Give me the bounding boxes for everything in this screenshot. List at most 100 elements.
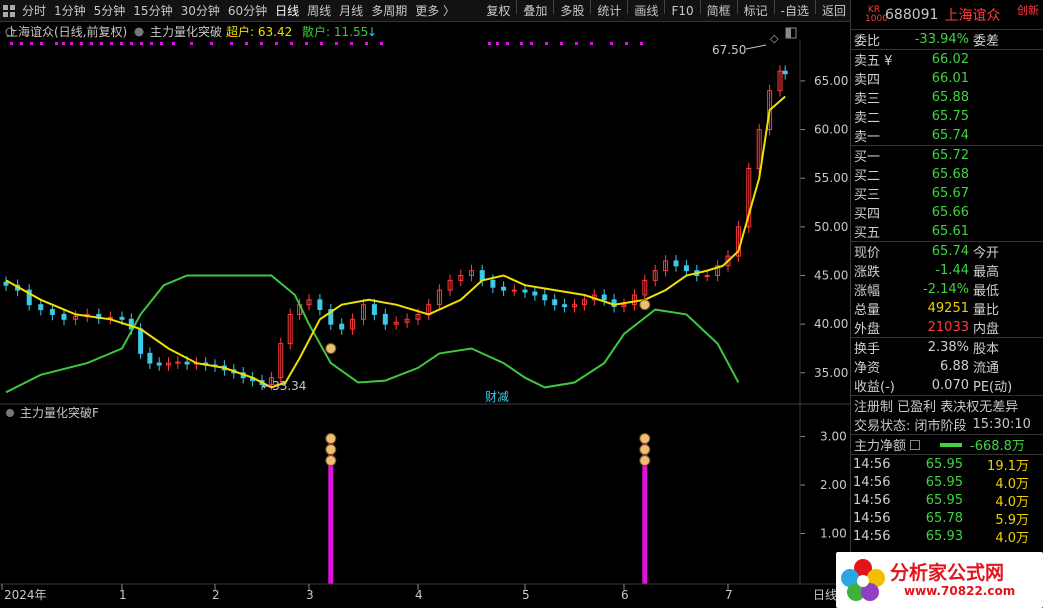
tb-right-7[interactable]: 标记 [740, 0, 772, 22]
y-tick-label: 50.00 [814, 220, 848, 234]
tb-left-1[interactable]: 1分钟 [50, 0, 90, 22]
tb-left-7[interactable]: 周线 [303, 0, 335, 22]
sells-label: 卖一 [854, 130, 881, 145]
indicator-toggle-icon[interactable] [134, 27, 144, 37]
stats-value: 6.88 [940, 359, 969, 374]
tb-right-6[interactable]: 简框 [703, 0, 735, 22]
money-bag-icon [325, 444, 337, 456]
buys-row[interactable]: 买四 65.66 [851, 203, 1043, 222]
tb-right-0[interactable]: 复权 [482, 0, 514, 22]
toolbar-separator [699, 0, 701, 14]
tb-left-6[interactable]: 日线 [271, 0, 303, 22]
quote-row: 涨幅 -2.14% 最低 [854, 282, 1000, 299]
signal-dot [365, 42, 368, 45]
tick-row: 14:56 65.95 4.0万 [853, 492, 1029, 510]
tb-right-1[interactable]: 叠加 [519, 0, 551, 22]
candle-body [479, 270, 485, 281]
x-tick-label: 2024年 [4, 588, 47, 602]
tb-left-2[interactable]: 5分钟 [90, 0, 130, 22]
signal-dot [140, 42, 143, 45]
signal-dot [625, 42, 628, 45]
buys-row[interactable]: 买一 65.72 [851, 146, 1043, 165]
sells-row[interactable]: 卖一 65.74 [851, 126, 1043, 145]
kline-chart[interactable]: 65.00 60.00 55.00 50.00 45.00 40.00 35.00 3.00 2… [0, 22, 850, 608]
candle-body [562, 304, 568, 308]
grid-menu-icon[interactable] [0, 0, 18, 22]
y-tick-label: 65.00 [814, 74, 848, 88]
sells-row[interactable]: 卖二 65.75 [851, 107, 1043, 126]
buys-row[interactable]: 买五 65.61 [851, 222, 1043, 241]
watermark-logo: 分析家公式网 www.70822.com [836, 552, 1043, 608]
tb-right-4[interactable]: 画线 [630, 0, 662, 22]
quote-value: -2.14% [923, 282, 969, 297]
sub-y-tick-label: 2.00 [820, 478, 847, 492]
signal-dot [575, 42, 578, 45]
sells-row[interactable]: 卖五 ¥ 66.02 [851, 50, 1043, 69]
candle-body [138, 328, 144, 354]
stats-row: 净资 6.88 流通 [854, 359, 1000, 376]
sells-price: 66.01 [931, 71, 969, 86]
stock-code: 688091 [885, 6, 939, 23]
indicator-name: 主力量化突破 [150, 24, 222, 39]
sells-label: 卖三 [854, 92, 881, 107]
tb-left-5[interactable]: 60分钟 [224, 0, 271, 22]
flower-logo-icon [841, 559, 885, 601]
tb-right-9[interactable]: 返回 [818, 0, 850, 22]
tb-right-8[interactable]: -自选 [777, 0, 813, 22]
sub-y-tick-label: 1.00 [820, 527, 847, 541]
candle-body [704, 275, 710, 278]
toolbar-separator [516, 0, 518, 14]
sells-label: 卖二 [854, 111, 881, 126]
signal-dot [90, 42, 93, 45]
signal-dot [275, 42, 278, 45]
candle-body [147, 352, 153, 364]
sub-indicator-toggle-icon[interactable] [6, 409, 14, 417]
tick-row: 14:56 65.93 4.0万 [853, 528, 1029, 546]
buys-label: 买二 [854, 169, 881, 184]
tb-right-3[interactable]: 统计 [593, 0, 625, 22]
quote-row: 总量 49251 量比 [854, 301, 1000, 318]
signal-dot [100, 42, 103, 45]
candle-body [542, 294, 548, 301]
stock-name: 上海谊众 [944, 7, 1001, 24]
candle-body [490, 279, 496, 288]
stats-value: 0.070 [931, 378, 969, 393]
signal-dot [160, 42, 163, 45]
sells-row[interactable]: 卖三 65.88 [851, 88, 1043, 107]
chao-hu-value: 超户: 63.42 [226, 24, 292, 39]
x-tick-label: 6 [621, 588, 629, 602]
stats-row: 收益(-) 0.070 PE(动) [854, 378, 1013, 395]
tb-right-2[interactable]: 多股 [556, 0, 588, 22]
quote-value: 21033 [927, 320, 969, 335]
candle-body [119, 316, 125, 320]
signal-dot [545, 42, 548, 45]
tick-row: 14:56 65.78 5.9万 [853, 510, 1029, 528]
signal-dot [506, 42, 509, 45]
money-bag-icon [639, 433, 651, 445]
tb-left-4[interactable]: 30分钟 [177, 0, 224, 22]
quote-value: -1.44 [935, 263, 969, 278]
signal-dot [488, 42, 491, 45]
tb-left-0[interactable]: 分时 [18, 0, 50, 22]
tb-left-8[interactable]: 月线 [335, 0, 367, 22]
tb-right-5[interactable]: F10 [667, 0, 697, 22]
candle-body [782, 70, 788, 75]
tb-left-3[interactable]: 15分钟 [129, 0, 176, 22]
detail-icon[interactable] [910, 439, 921, 450]
buys-row[interactable]: 买三 65.67 [851, 184, 1043, 203]
money-bag-icon [639, 299, 651, 311]
down-arrow-icon: ↓ [367, 25, 377, 39]
candle-body [156, 362, 162, 366]
buys-row[interactable]: 买二 65.68 [851, 165, 1043, 184]
tb-left-10[interactable]: 更多 〉 [411, 0, 459, 22]
signal-dot [560, 42, 563, 45]
weibi-value: -33.94% [914, 32, 969, 47]
zhuli-value: -668.8万 [970, 439, 1025, 454]
tb-left-9[interactable]: 多周期 [367, 0, 411, 22]
sells-row[interactable]: 卖四 66.01 [851, 69, 1043, 88]
buys-price: 65.66 [931, 205, 969, 220]
san-hu-value: 散户: 11.55 [302, 24, 368, 39]
signal-dot [40, 42, 43, 45]
signal-dot [260, 42, 263, 45]
signal-dot [335, 42, 338, 45]
